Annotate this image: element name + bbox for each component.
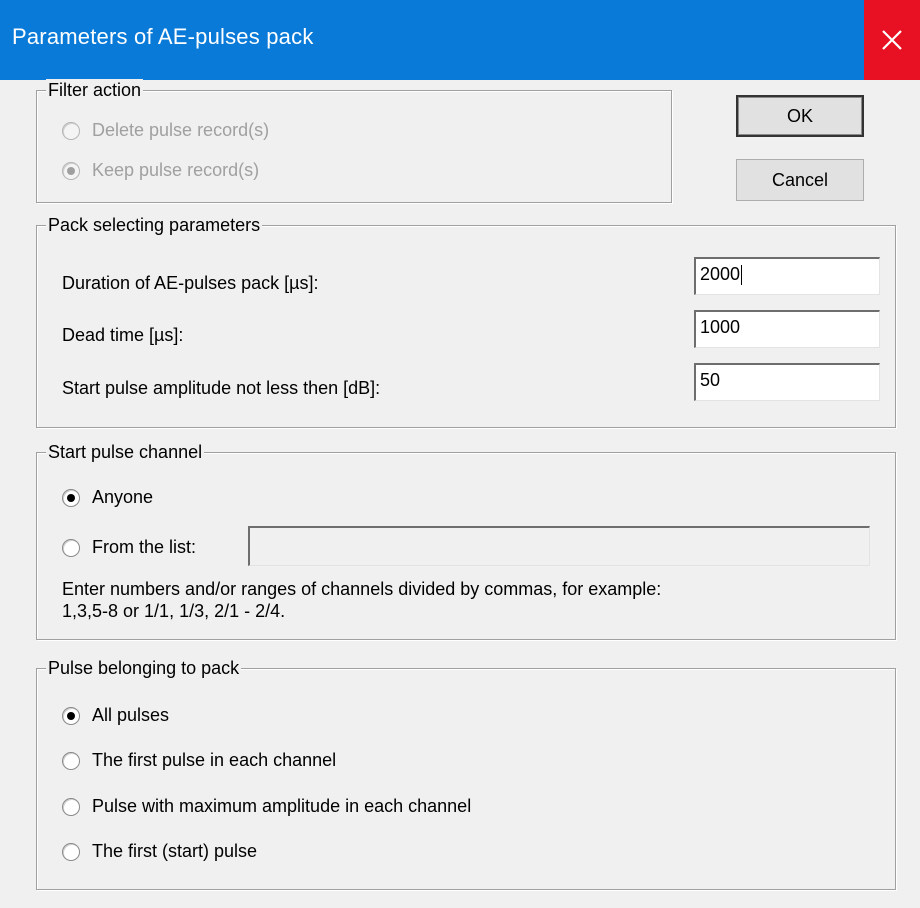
duration-value: 2000 [700, 264, 741, 284]
radio-label: All pulses [92, 705, 170, 725]
window-title: Parameters of AE-pulses pack [12, 24, 314, 49]
radio-label: From the list: [92, 537, 197, 557]
radio-button[interactable] [62, 538, 80, 557]
ok-button-label: OK [786, 105, 813, 126]
title-bar: Parameters of AE-pulses pack [0, 0, 920, 80]
radio-all-pulses[interactable]: All pulses [62, 705, 169, 726]
close-icon [882, 30, 902, 50]
start-amplitude-input[interactable]: 50 [694, 363, 880, 401]
radio-keep-records[interactable]: Keep pulse record(s) [62, 160, 259, 181]
channel-hint-line1: Enter numbers and/or ranges of channels … [62, 579, 662, 599]
channel-hint-line2: 1,3,5-8 or 1/1, 1/3, 2/1 - 2/4. [62, 601, 286, 621]
filter-action-group: Filter action Delete pulse record(s) Kee… [36, 79, 672, 203]
start-amplitude-value: 50 [700, 370, 721, 390]
start-amplitude-label: Start pulse amplitude not less then [dB]… [62, 378, 381, 398]
radio-max-amplitude-each-channel[interactable]: Pulse with maximum amplitude in each cha… [62, 796, 471, 817]
radio-button[interactable] [62, 706, 80, 725]
radio-button[interactable] [62, 842, 80, 861]
duration-label: Duration of AE-pulses pack [µs]: [62, 273, 319, 293]
cancel-button[interactable]: Cancel [736, 159, 864, 201]
duration-input[interactable]: 2000 [694, 257, 880, 295]
ok-button[interactable]: OK [736, 95, 864, 137]
group-legend: Start pulse channel [46, 441, 205, 463]
radio-delete-records[interactable]: Delete pulse record(s) [62, 120, 269, 141]
channel-list-input[interactable] [248, 526, 870, 566]
radio-label: Keep pulse record(s) [92, 160, 260, 180]
radio-first-pulse-each-channel[interactable]: The first pulse in each channel [62, 750, 336, 771]
radio-button[interactable] [62, 121, 80, 140]
radio-first-start-pulse[interactable]: The first (start) pulse [62, 841, 257, 862]
radio-button[interactable] [62, 751, 80, 770]
dead-time-input[interactable]: 1000 [694, 310, 880, 348]
group-legend: Pack selecting parameters [46, 214, 263, 236]
start-channel-group: Start pulse channel Anyone From the list… [36, 441, 896, 640]
dead-time-value: 1000 [700, 317, 741, 337]
radio-button[interactable] [62, 797, 80, 816]
pack-params-group: Pack selecting parameters Duration of AE… [36, 214, 896, 428]
radio-channel-anyone[interactable]: Anyone [62, 487, 153, 508]
group-legend: Filter action [46, 79, 144, 101]
radio-button[interactable] [62, 161, 80, 180]
dead-time-label: Dead time [µs]: [62, 325, 184, 345]
radio-label: Pulse with maximum amplitude in each cha… [92, 796, 472, 816]
group-legend: Pulse belonging to pack [46, 657, 242, 679]
cancel-button-label: Cancel [771, 169, 829, 190]
radio-channel-from-list[interactable]: From the list: [62, 537, 196, 558]
text-caret [741, 265, 743, 286]
radio-label: Anyone [92, 487, 154, 507]
close-button[interactable] [864, 0, 920, 80]
radio-label: The first pulse in each channel [92, 750, 337, 770]
pulse-belonging-group: Pulse belonging to pack All pulses The f… [36, 657, 896, 890]
radio-label: The first (start) pulse [92, 841, 258, 861]
dialog-client-area: Filter action Delete pulse record(s) Kee… [0, 79, 920, 908]
radio-button[interactable] [62, 488, 80, 507]
radio-label: Delete pulse record(s) [92, 120, 270, 140]
